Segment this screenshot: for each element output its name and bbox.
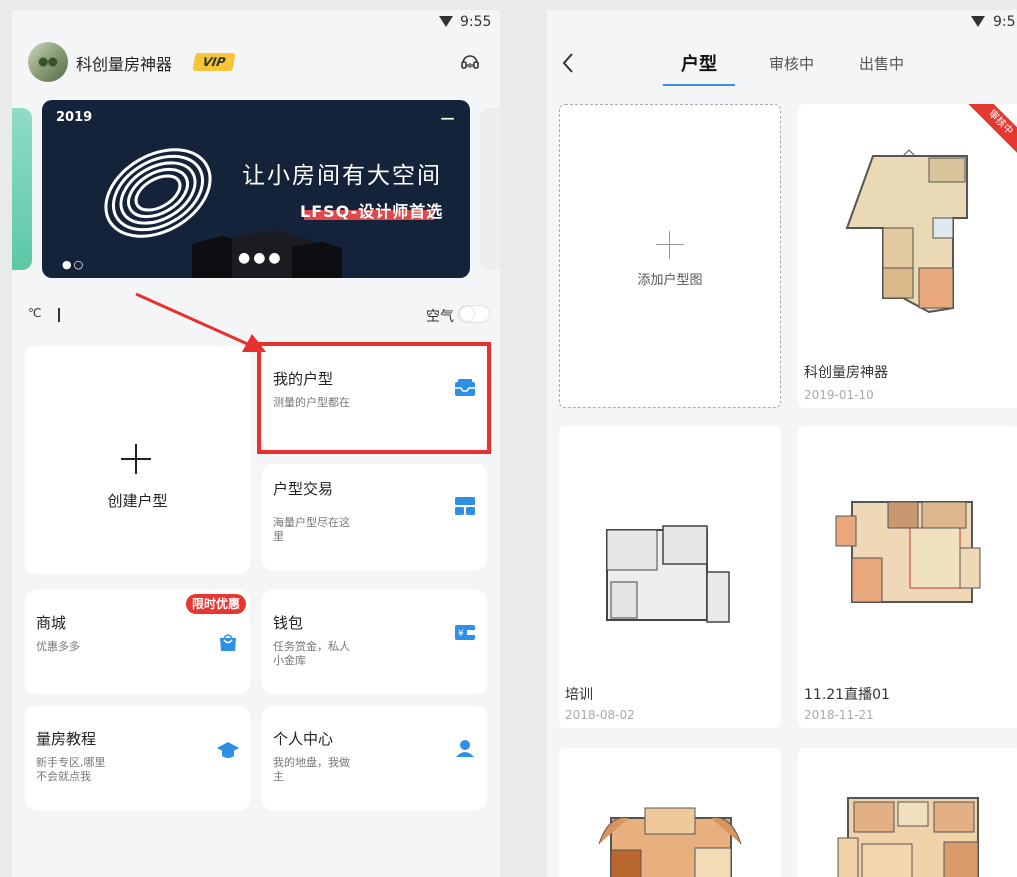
layout-icon	[455, 497, 475, 515]
banner-next-peek	[480, 108, 500, 270]
plans-screen: 9:5 户型 审核中 出售中 添加户型图 审核中 科创量房神器 2019-01-…	[547, 10, 1017, 877]
profile-sub: 我的地盘，我做主	[273, 756, 350, 783]
plan-date: 2019-01-10	[804, 388, 874, 402]
plan-card[interactable]: 审核中 科创量房神器 2019-01-10	[798, 104, 1017, 408]
floor-plan-image	[606, 525, 730, 623]
carousel-indicator: ●○	[62, 258, 86, 271]
banner-close-icon: −	[439, 106, 456, 130]
mall-card[interactable]: 商城 优惠多多 限时优惠	[25, 590, 250, 694]
create-plan-card[interactable]: 创建户型	[25, 346, 250, 574]
plus-icon	[656, 231, 684, 259]
floor-plan-image	[598, 807, 742, 877]
wifi-icon	[439, 16, 453, 27]
headset-icon[interactable]	[460, 52, 480, 72]
reviewing-ribbon: 审核中	[965, 104, 1017, 158]
status-bar-right: 9:5	[547, 10, 1017, 36]
tab-reviewing[interactable]: 审核中	[769, 53, 814, 74]
wallet-icon: ¥	[455, 625, 475, 640]
tab-plans[interactable]: 户型	[681, 50, 717, 76]
plan-name: 11.21直播01	[804, 687, 890, 703]
tab-selling[interactable]: 出售中	[859, 53, 904, 74]
plan-card[interactable]	[559, 748, 781, 877]
app-name: 科创量房神器	[76, 55, 173, 74]
text-cursor	[58, 308, 60, 322]
profile-title: 个人中心	[273, 730, 334, 748]
svg-text:¥: ¥	[458, 629, 464, 639]
plan-card[interactable]: 培训 2018-08-02	[559, 426, 781, 728]
wifi-icon	[971, 16, 985, 27]
plan-trade-card[interactable]: 户型交易 海量户型尽在这里	[262, 464, 487, 570]
plan-date: 2018-08-02	[565, 708, 635, 722]
app-header: 科创量房神器 VIP	[28, 40, 488, 84]
back-icon[interactable]	[561, 52, 575, 74]
banner-year: 2019	[56, 110, 93, 125]
status-time: 9:5	[993, 14, 1016, 30]
avatar[interactable]	[28, 42, 68, 82]
tab-header: 户型 审核中 出售中	[547, 36, 1017, 96]
plan-name: 培训	[565, 687, 593, 703]
mall-sub: 优惠多多	[36, 640, 80, 653]
highlight-box	[257, 342, 491, 454]
temperature-unit: ℃	[28, 306, 42, 320]
tutorial-card[interactable]: 量房教程 新手专区,哪里不会就点我	[25, 706, 250, 810]
shopping-bag-icon	[220, 634, 236, 651]
home-screen: 9:55 科创量房神器 VIP 2019 − 让小房间有大空间 LFSQ-设计师…	[12, 10, 500, 877]
profile-card[interactable]: 个人中心 我的地盘，我做主	[262, 706, 487, 810]
banner-subtitle: LFSQ-设计师首选	[300, 202, 444, 221]
banner-prev-peek	[12, 108, 32, 270]
vip-badge: VIP	[192, 53, 236, 71]
air-toggle[interactable]	[458, 305, 490, 323]
tutorial-title: 量房教程	[36, 730, 97, 748]
add-plan-label: 添加户型图	[637, 273, 703, 288]
tutorial-sub: 新手专区,哪里不会就点我	[36, 756, 106, 783]
wallet-card[interactable]: 钱包 任务赏金，私人小金库 ¥	[262, 590, 487, 694]
banner-carousel[interactable]: 2019 − 让小房间有大空间 LFSQ-设计师首选 ●●● ●○	[12, 98, 500, 280]
mall-title: 商城	[36, 614, 67, 632]
plan-trade-sub: 海量户型尽在这里	[273, 516, 350, 543]
user-icon	[456, 740, 474, 757]
sale-badge: 限时优惠	[185, 594, 246, 614]
plan-date: 2018-11-21	[804, 708, 874, 722]
banner-title: 让小房间有大空间	[242, 163, 442, 189]
banner-center-dots: ●●●	[238, 250, 284, 266]
status-bar: 9:55	[12, 10, 500, 36]
plan-trade-title: 户型交易	[273, 480, 334, 498]
wallet-sub: 任务赏金，私人小金库	[273, 640, 350, 667]
banner[interactable]: 2019 − 让小房间有大空间 LFSQ-设计师首选 ●●● ●○	[42, 100, 470, 278]
wallet-title: 钱包	[273, 614, 304, 632]
floor-plan-image	[835, 501, 981, 603]
status-time: 9:55	[460, 14, 492, 30]
air-label: 空气	[426, 309, 454, 325]
plus-icon	[121, 444, 151, 474]
plan-name: 科创量房神器	[804, 365, 888, 381]
create-plan-label: 创建户型	[107, 492, 168, 510]
add-plan-card[interactable]: 添加户型图	[559, 104, 781, 408]
plan-card[interactable]: 11.21直播01 2018-11-21	[798, 426, 1017, 728]
plan-card[interactable]	[798, 748, 1017, 877]
red-arrow-icon	[135, 292, 266, 352]
floor-plan-image	[845, 149, 968, 314]
graduation-cap-icon	[217, 742, 239, 758]
tab-indicator	[663, 84, 735, 86]
floor-plan-image	[837, 797, 979, 877]
